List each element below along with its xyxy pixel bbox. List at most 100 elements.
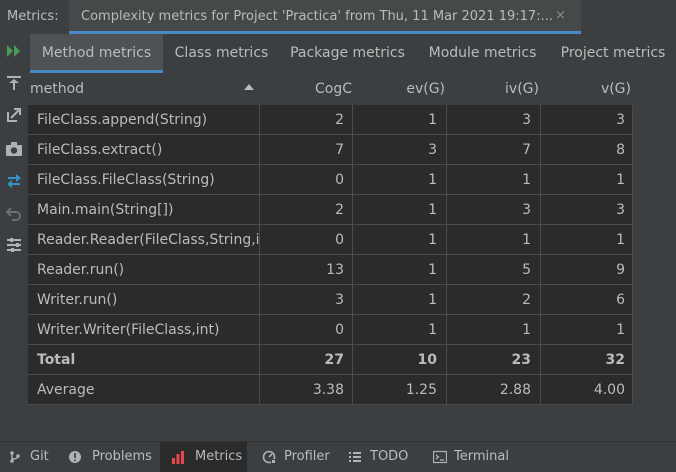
cell-iv: 2 [522,292,531,308]
table-header: method CogC ev(G) iv(G) v(G) [28,73,633,106]
cell-ev: 1 [428,262,437,278]
tool-window-label: Metrics: [7,9,59,24]
profiler-icon [262,450,276,464]
column-header-v[interactable]: v(G) [541,73,631,105]
cell-v: 3 [616,202,625,218]
cell-cogc: 0 [335,172,344,188]
cell-iv: 1 [522,232,531,248]
cell-method: Total [37,352,76,368]
cell-method: FileClass.append(String) [37,112,208,128]
metrics-result-tab[interactable]: Complexity metrics for Project 'Practica… [69,0,581,34]
cell-method: Reader.run() [37,262,125,278]
cell-ev: 1 [428,292,437,308]
table-row[interactable]: FileClass.FileClass(String) 0 1 1 1 [28,165,633,195]
cell-v: 1 [616,322,625,338]
table-row[interactable]: Reader.Reader(FileClass,String,int 0 1 1… [28,225,633,255]
git-tool-label: Git [30,449,49,464]
export-icon[interactable] [5,74,23,92]
cell-v: 3 [616,112,625,128]
cell-method: Writer.run() [37,292,118,308]
cell-ev: 1 [428,232,437,248]
column-divider [446,105,447,405]
table-row[interactable]: Reader.run() 13 1 5 9 [28,255,633,285]
cell-ev: 3 [428,142,437,158]
tab-project-metrics[interactable]: Project metrics [550,34,676,73]
problems-tool-button[interactable]: Problems [60,442,156,472]
column-divider [540,105,541,405]
cell-cogc: 7 [335,142,344,158]
camera-icon[interactable] [5,140,23,158]
metrics-tool-button[interactable]: Metrics [160,442,247,472]
tab-method-metrics[interactable]: Method metrics [30,34,163,73]
tool-window-bar: Git Problems Metrics Profiler TODO Termi… [0,441,676,472]
average-row[interactable]: Average 3.38 1.25 2.88 4.00 [28,375,633,405]
cell-cogc: 3.38 [312,382,344,398]
column-divider [632,105,633,405]
metrics-icon [172,451,184,464]
cell-v: 9 [616,262,625,278]
cell-ev: 10 [417,352,437,368]
cell-cogc: 3 [335,292,344,308]
export-snapshot-icon[interactable] [5,106,23,124]
problems-icon [69,451,81,463]
git-tool-button[interactable]: Git [0,442,56,472]
cell-ev: 1.25 [405,382,437,398]
cell-iv: 1 [522,172,531,188]
tool-window-header: Metrics: Complexity metrics for Project … [0,0,676,34]
tab-class-metrics[interactable]: Class metrics [163,34,280,73]
cell-method: FileClass.extract() [37,142,163,158]
metrics-tabs: Method metrics Class metrics Package met… [28,34,676,73]
terminal-tool-button[interactable]: Terminal [425,442,515,472]
sort-ascending-icon [244,84,254,90]
left-toolbar [0,34,28,441]
metrics-result-tab-title: Complexity metrics for Project 'Practica… [81,9,553,24]
table-row[interactable]: FileClass.extract() 7 3 7 8 [28,135,633,165]
cell-method: FileClass.FileClass(String) [37,172,215,188]
todo-icon [349,452,361,462]
compare-icon[interactable] [5,172,23,190]
terminal-icon [433,450,447,464]
total-row[interactable]: Total 27 10 23 32 [28,345,633,375]
table-row[interactable]: FileClass.append(String) 2 1 3 3 [28,105,633,135]
metrics-tool-label: Metrics [195,449,243,464]
cell-cogc: 0 [335,322,344,338]
undo-icon[interactable] [5,204,23,222]
cell-cogc: 13 [326,262,344,278]
cell-iv: 1 [522,322,531,338]
profiler-tool-button[interactable]: Profiler [252,442,332,472]
cell-iv: 7 [522,142,531,158]
metrics-table: method CogC ev(G) iv(G) v(G) FileClass.a… [28,73,676,441]
table-row[interactable]: Writer.run() 3 1 2 6 [28,285,633,315]
close-icon[interactable]: × [555,8,566,23]
profiler-tool-label: Profiler [284,449,330,464]
cell-v: 1 [616,172,625,188]
column-header-method[interactable]: method [30,73,240,105]
cell-ev: 1 [428,112,437,128]
table-row[interactable]: Main.main(String[]) 2 1 3 3 [28,195,633,225]
cell-v: 6 [616,292,625,308]
cell-method: Average [37,382,95,398]
column-header-iv[interactable]: iv(G) [447,73,539,105]
cell-cogc: 2 [335,202,344,218]
settings-icon[interactable] [5,236,23,254]
cell-cogc: 0 [335,232,344,248]
terminal-tool-label: Terminal [454,449,509,464]
column-header-ev[interactable]: ev(G) [353,73,445,105]
cell-v: 4.00 [593,382,625,398]
tab-module-metrics[interactable]: Module metrics [415,34,550,73]
cell-ev: 1 [428,202,437,218]
cell-iv: 3 [522,202,531,218]
cell-iv: 3 [522,112,531,128]
problems-tool-label: Problems [92,449,152,464]
column-header-cogc[interactable]: CogC [260,73,352,105]
todo-tool-button[interactable]: TODO [340,442,416,472]
tab-package-metrics[interactable]: Package metrics [280,34,415,73]
todo-tool-label: TODO [370,449,409,464]
cell-v: 1 [616,232,625,248]
cell-cogc: 27 [324,352,344,368]
run-icon[interactable] [5,42,23,60]
cell-iv: 2.88 [499,382,531,398]
column-divider [259,105,260,405]
table-row[interactable]: Writer.Writer(FileClass,int) 0 1 1 1 [28,315,633,345]
cell-iv: 23 [511,352,531,368]
